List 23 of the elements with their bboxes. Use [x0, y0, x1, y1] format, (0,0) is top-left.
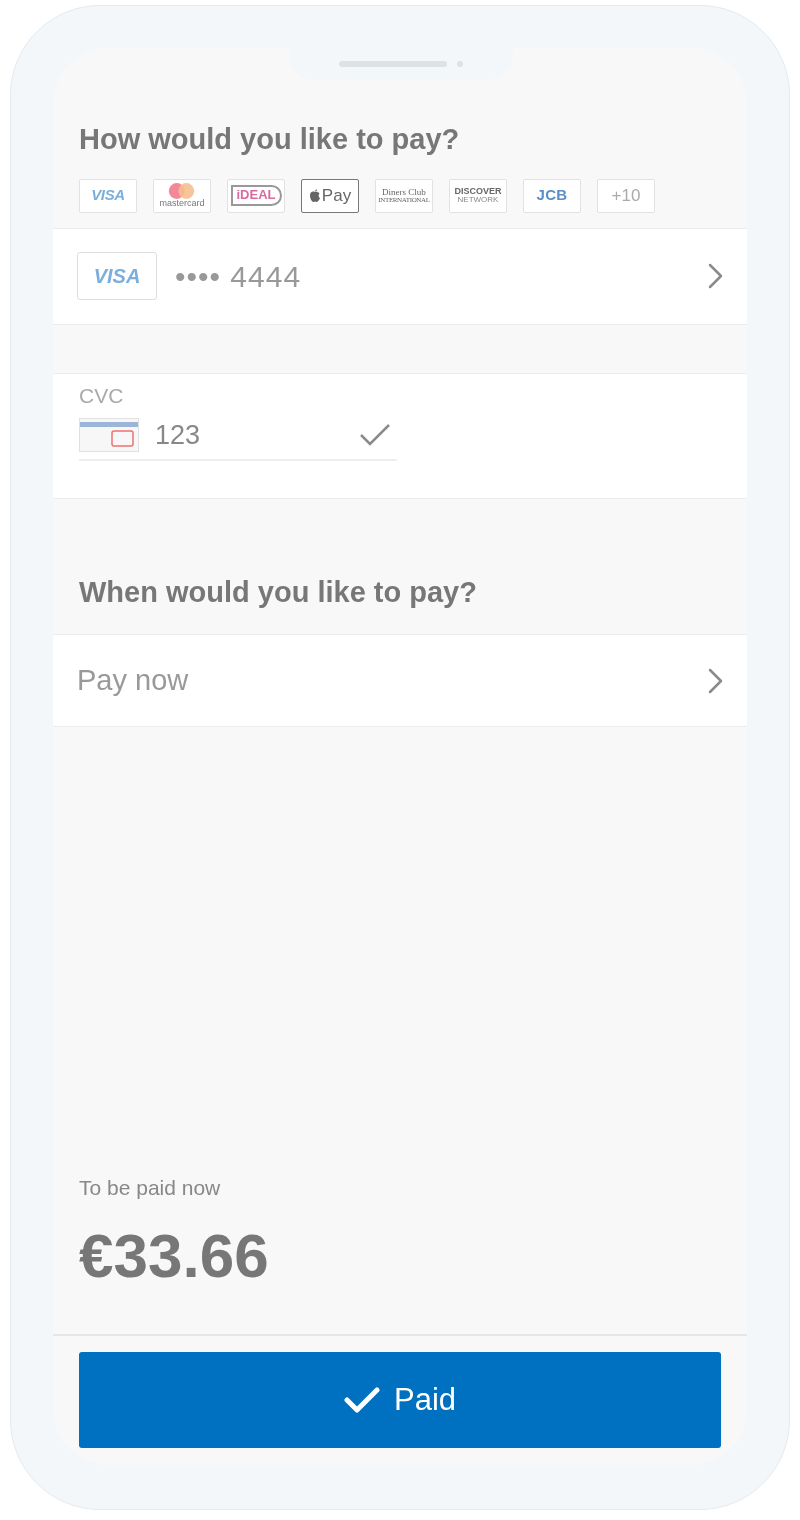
payment-method-button[interactable]: +10 — [597, 178, 655, 213]
chevron-right-icon — [707, 667, 723, 694]
section-title: When would you like to pay? — [79, 574, 478, 610]
card-brand-logo: VISA — [77, 252, 157, 300]
apple-icon — [308, 188, 321, 203]
card-back-icon — [79, 418, 139, 452]
payment-method-button[interactable]: iDEAL — [227, 178, 285, 213]
cvc-label: CVC — [79, 382, 125, 409]
payment-timing-row[interactable]: Pay now — [53, 634, 747, 727]
payment-method-button[interactable]: DISCOVER NETWORK — [449, 178, 507, 213]
payment-method-button[interactable]: Pay — [301, 178, 359, 213]
total-amount: €33.66 — [79, 1220, 270, 1292]
card-number: •••• 4444 — [175, 258, 303, 295]
chevron-right-icon — [707, 263, 723, 289]
overlapping-circles-icon — [168, 183, 196, 199]
cvc-field[interactable]: 123 — [79, 411, 397, 461]
section-title: How would you like to pay? — [79, 122, 461, 157]
paid-button[interactable]: Paid — [79, 1352, 721, 1448]
payment-method-button[interactable]: JCB — [523, 178, 581, 213]
saved-card-row[interactable]: VISA •••• 4444 — [53, 227, 747, 325]
payment-method-button[interactable]: mastercard — [153, 178, 211, 213]
total-label: To be paid now — [79, 1174, 222, 1201]
payment-method-button[interactable]: VISA — [79, 178, 137, 213]
